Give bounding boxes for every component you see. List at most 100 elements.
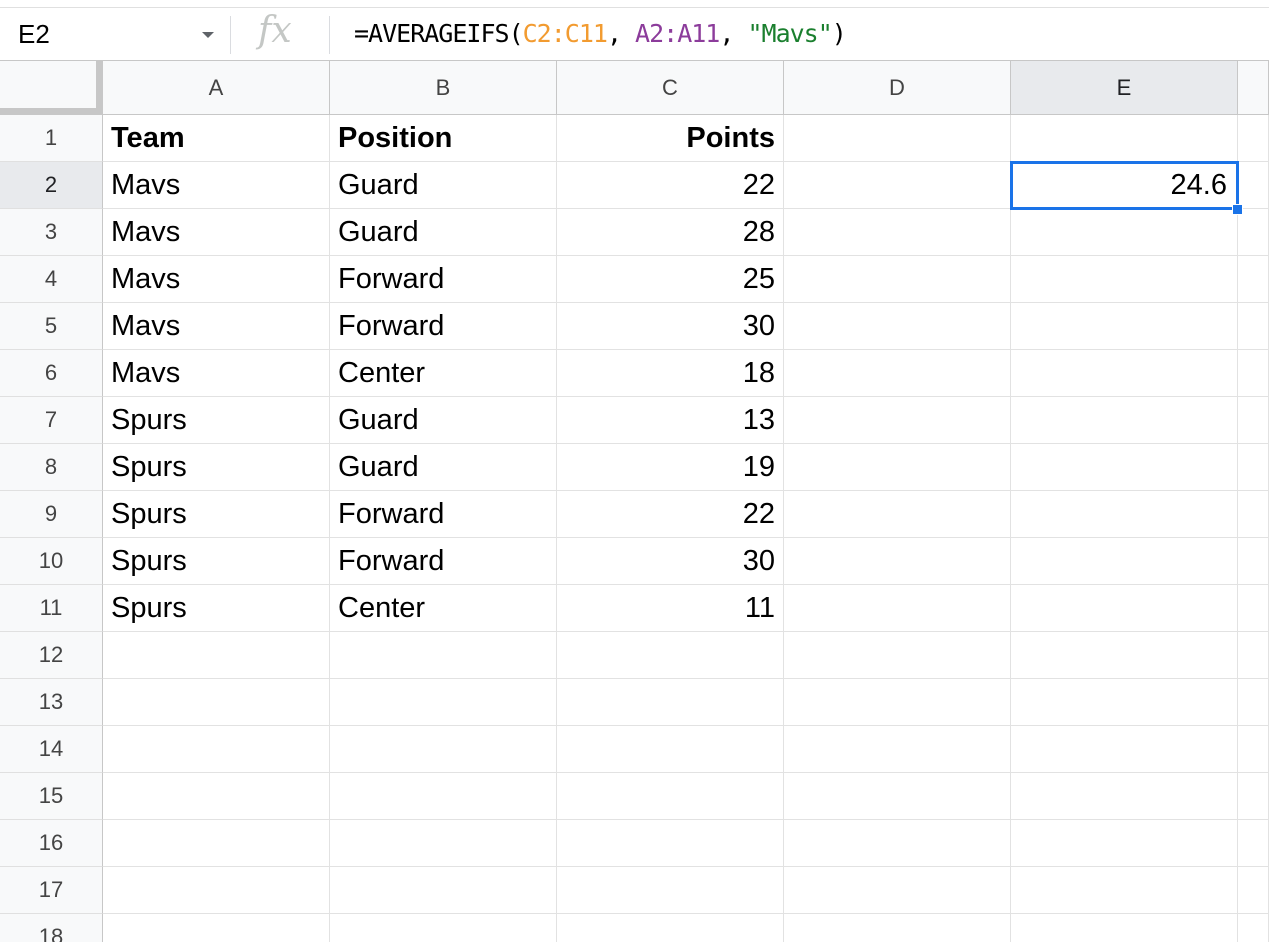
row-header-18[interactable]: 18 <box>0 914 103 942</box>
header-cell[interactable]: Team <box>103 115 330 162</box>
data-cell[interactable]: Spurs <box>103 585 330 632</box>
select-all-corner[interactable] <box>0 61 103 115</box>
row-header-14[interactable]: 14 <box>0 726 103 773</box>
cell[interactable] <box>103 773 330 820</box>
cell[interactable] <box>784 491 1011 538</box>
cell[interactable] <box>1011 773 1238 820</box>
header-cell[interactable]: Position <box>330 115 557 162</box>
cell[interactable] <box>1238 632 1269 679</box>
cell[interactable] <box>784 256 1011 303</box>
cell[interactable] <box>103 914 330 942</box>
cell[interactable] <box>784 115 1011 162</box>
row-header-8[interactable]: 8 <box>0 444 103 491</box>
data-cell[interactable]: 30 <box>557 303 784 350</box>
row-header-16[interactable]: 16 <box>0 820 103 867</box>
cell[interactable] <box>557 914 784 942</box>
cell[interactable] <box>330 726 557 773</box>
row-header-10[interactable]: 10 <box>0 538 103 585</box>
cell[interactable] <box>557 773 784 820</box>
cell[interactable] <box>1011 303 1238 350</box>
cell[interactable] <box>1011 632 1238 679</box>
cell[interactable] <box>1238 820 1269 867</box>
cell[interactable] <box>784 914 1011 942</box>
cell[interactable] <box>1011 867 1238 914</box>
data-cell[interactable]: Center <box>330 585 557 632</box>
cell[interactable] <box>1011 256 1238 303</box>
cell[interactable] <box>784 726 1011 773</box>
column-header-c[interactable]: C <box>557 61 784 115</box>
row-header-7[interactable]: 7 <box>0 397 103 444</box>
cell[interactable] <box>784 303 1011 350</box>
cell[interactable] <box>784 867 1011 914</box>
cell[interactable] <box>330 632 557 679</box>
data-cell[interactable]: Mavs <box>103 162 330 209</box>
data-cell[interactable]: 30 <box>557 538 784 585</box>
name-box[interactable]: E2 <box>0 8 230 61</box>
cell[interactable] <box>784 350 1011 397</box>
cell[interactable] <box>557 632 784 679</box>
data-cell[interactable]: Mavs <box>103 303 330 350</box>
data-cell[interactable]: 11 <box>557 585 784 632</box>
cell[interactable] <box>1238 867 1269 914</box>
cell[interactable] <box>1238 115 1269 162</box>
cell[interactable] <box>330 773 557 820</box>
cell[interactable] <box>784 632 1011 679</box>
data-cell[interactable]: Guard <box>330 162 557 209</box>
row-header-9[interactable]: 9 <box>0 491 103 538</box>
data-cell[interactable]: Spurs <box>103 397 330 444</box>
cell[interactable] <box>784 820 1011 867</box>
caret-down-icon[interactable] <box>202 32 214 38</box>
cell[interactable] <box>330 820 557 867</box>
cell[interactable] <box>1238 444 1269 491</box>
data-cell[interactable]: Forward <box>330 538 557 585</box>
data-cell[interactable]: Spurs <box>103 491 330 538</box>
cell[interactable] <box>330 679 557 726</box>
freeze-column-handle[interactable] <box>96 61 102 115</box>
data-cell[interactable]: Mavs <box>103 256 330 303</box>
cell[interactable] <box>1238 538 1269 585</box>
cell[interactable] <box>784 585 1011 632</box>
cell[interactable] <box>330 867 557 914</box>
cell[interactable] <box>103 867 330 914</box>
cell[interactable] <box>1011 209 1238 256</box>
data-cell[interactable]: 25 <box>557 256 784 303</box>
data-cell[interactable]: Guard <box>330 397 557 444</box>
cell[interactable] <box>1011 585 1238 632</box>
data-cell[interactable]: 19 <box>557 444 784 491</box>
row-header-5[interactable]: 5 <box>0 303 103 350</box>
cell[interactable] <box>1238 303 1269 350</box>
data-cell[interactable]: 22 <box>557 162 784 209</box>
cell[interactable] <box>784 679 1011 726</box>
cell[interactable] <box>1011 491 1238 538</box>
cell[interactable] <box>1238 162 1269 209</box>
cell[interactable] <box>103 726 330 773</box>
row-header-15[interactable]: 15 <box>0 773 103 820</box>
data-cell[interactable]: Mavs <box>103 350 330 397</box>
cell[interactable] <box>1238 491 1269 538</box>
data-cell[interactable]: Guard <box>330 444 557 491</box>
row-header-12[interactable]: 12 <box>0 632 103 679</box>
header-cell[interactable]: Points <box>557 115 784 162</box>
column-header-a[interactable]: A <box>103 61 330 115</box>
cell[interactable] <box>557 820 784 867</box>
cell[interactable] <box>1238 256 1269 303</box>
data-cell[interactable]: 13 <box>557 397 784 444</box>
cell[interactable] <box>1238 350 1269 397</box>
formula-input[interactable]: =AVERAGEIFS(C2:C11, A2:A11, "Mavs") <box>354 19 847 48</box>
cell[interactable] <box>1011 350 1238 397</box>
cell[interactable] <box>784 538 1011 585</box>
column-header-b[interactable]: B <box>330 61 557 115</box>
row-header-4[interactable]: 4 <box>0 256 103 303</box>
column-header-f[interactable] <box>1238 61 1269 115</box>
cell[interactable] <box>1011 726 1238 773</box>
data-cell[interactable]: Center <box>330 350 557 397</box>
data-cell[interactable]: Forward <box>330 256 557 303</box>
cell[interactable] <box>784 444 1011 491</box>
row-header-2[interactable]: 2 <box>0 162 103 209</box>
cell[interactable] <box>1011 914 1238 942</box>
cell[interactable] <box>1011 538 1238 585</box>
data-cell[interactable]: Forward <box>330 303 557 350</box>
data-cell[interactable]: 28 <box>557 209 784 256</box>
cell[interactable] <box>1238 397 1269 444</box>
cell[interactable] <box>1011 444 1238 491</box>
